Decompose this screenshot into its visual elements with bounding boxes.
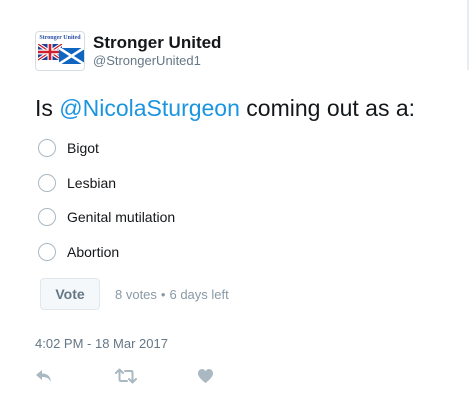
tweet-header: Stronger United Stronger United @Stronge…: [35, 30, 221, 72]
tweet-actions: [35, 366, 227, 386]
retweet-button[interactable]: [115, 366, 197, 386]
avatar-logo-text: Stronger United: [39, 35, 81, 41]
radio-button[interactable]: [38, 139, 56, 157]
like-button[interactable]: [197, 366, 227, 386]
poll-option-label: Lesbian: [67, 174, 117, 191]
reply-icon: [36, 370, 51, 382]
time-left: 6 days left: [169, 286, 229, 302]
poll-option[interactable]: Lesbian: [38, 172, 175, 194]
tweet-text: Is @NicolaSturgeon coming out as a:: [35, 93, 415, 123]
radio-button[interactable]: [38, 242, 56, 261]
poll-meta: 8 votes • 6 days left: [115, 287, 229, 302]
account-names: Stronger United @StrongerUnited1: [93, 33, 221, 69]
reply-button[interactable]: [35, 366, 115, 386]
poll-option-label: Bigot: [67, 140, 99, 156]
vote-count: 8 votes: [115, 286, 157, 302]
poll: Bigot Lesbian Genital mutilation Abortio…: [38, 137, 175, 275]
radio-button[interactable]: [38, 208, 56, 226]
poll-option[interactable]: Abortion: [38, 241, 175, 263]
poll-footer: Vote 8 votes • 6 days left: [40, 278, 229, 310]
poll-option-label: Genital mutilation: [67, 209, 176, 225]
radio-button[interactable]: [38, 173, 56, 192]
tweet-card: Stronger United Stronger United @Stronge…: [0, 0, 469, 414]
user-handle[interactable]: @StrongerUnited1: [93, 53, 221, 69]
avatar-flags-icon: [38, 44, 84, 66]
tweet-text-end: coming out as a:: [239, 95, 416, 121]
like-icon: [198, 369, 213, 383]
retweet-icon: [115, 368, 137, 384]
avatar[interactable]: Stronger United: [35, 31, 85, 71]
meta-separator: •: [160, 286, 166, 302]
vote-button[interactable]: Vote: [40, 278, 100, 310]
poll-option[interactable]: Genital mutilation: [38, 206, 175, 228]
mention-link[interactable]: @NicolaSturgeon: [59, 95, 240, 121]
tweet-text-start: Is: [35, 95, 60, 121]
poll-option[interactable]: Bigot: [38, 137, 175, 159]
tweet-timestamp[interactable]: 4:02 PM - 18 Mar 2017: [35, 336, 168, 351]
display-name[interactable]: Stronger United: [93, 33, 221, 53]
poll-option-label: Abortion: [67, 243, 120, 260]
